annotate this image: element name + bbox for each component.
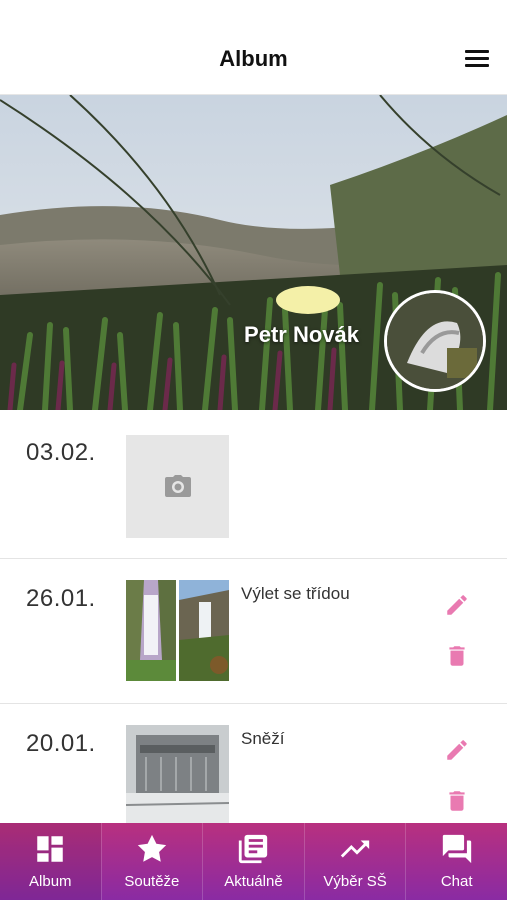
- photo-placeholder[interactable]: [126, 435, 229, 538]
- star-icon: [137, 834, 167, 862]
- entry-date: 26.01.: [26, 585, 96, 612]
- tab-aktualne[interactable]: Aktuálně: [202, 823, 304, 900]
- tab-vyber-ss[interactable]: Výběr SŠ: [303, 823, 406, 900]
- tab-label: Soutěže: [124, 873, 180, 890]
- page-title: Album: [219, 46, 288, 71]
- avatar[interactable]: [384, 290, 486, 392]
- entry-photo[interactable]: [126, 725, 229, 823]
- tab-album[interactable]: Album: [0, 823, 101, 900]
- camera-icon: [165, 475, 191, 497]
- bottom-tab-bar: Album Soutěže Aktuálně Výběr SŠ Chat: [0, 823, 507, 900]
- entry-date: 03.02.: [26, 439, 96, 466]
- app-header: Album: [0, 0, 507, 95]
- hamburger-menu-icon[interactable]: [465, 50, 489, 70]
- tab-label: Výběr SŠ: [323, 873, 387, 890]
- tab-chat[interactable]: Chat: [405, 823, 507, 900]
- entry-date: 20.01.: [26, 730, 96, 757]
- profile-name: Petr Novák: [244, 322, 359, 347]
- delete-icon[interactable]: [444, 788, 470, 814]
- album-entry[interactable]: 26.01. Výlet se třídou: [0, 559, 507, 704]
- delete-icon[interactable]: [444, 643, 470, 669]
- album-grid-icon: [37, 836, 64, 862]
- entry-caption: Sněží: [241, 729, 285, 748]
- album-entry[interactable]: 03.02.: [0, 411, 507, 559]
- entry-photo[interactable]: [179, 580, 229, 681]
- tab-label: Album: [29, 873, 72, 890]
- trending-up-icon: [340, 840, 370, 858]
- edit-icon[interactable]: [444, 737, 470, 763]
- tab-label: Chat: [440, 873, 473, 890]
- entry-photo[interactable]: [126, 580, 176, 681]
- tab-soutěže[interactable]: Soutěže: [100, 823, 203, 900]
- entry-caption: Výlet se třídou: [241, 584, 350, 603]
- chat-icon: [442, 834, 471, 864]
- news-icon: [239, 834, 268, 864]
- edit-icon[interactable]: [444, 592, 470, 618]
- tab-label: Aktuálně: [224, 873, 283, 890]
